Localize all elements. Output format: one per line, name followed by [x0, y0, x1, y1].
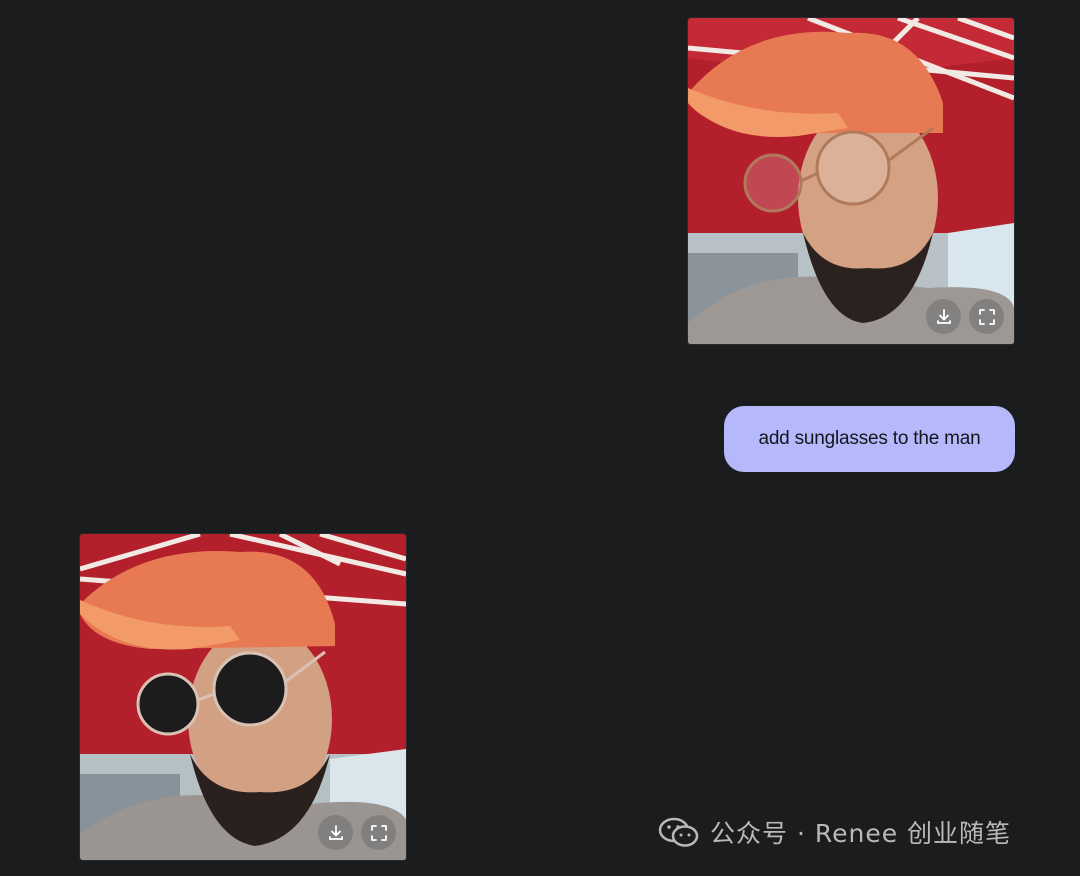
user-prompt-bubble: add sunglasses to the man [724, 406, 1015, 472]
watermark-text: 公众号 · Renee 创业随笔 [710, 819, 1012, 848]
watermark: 公众号 · Renee 创业随笔 [658, 812, 1011, 852]
download-button[interactable] [318, 815, 353, 850]
sent-image-card[interactable] [688, 18, 1014, 344]
fullscreen-icon [978, 308, 995, 325]
sent-photo [688, 18, 1014, 344]
reply-photo [80, 534, 406, 860]
fullscreen-icon [370, 824, 387, 841]
download-icon [328, 824, 343, 840]
reply-image-card[interactable] [80, 534, 406, 860]
user-prompt-text: add sunglasses to the man [758, 428, 981, 449]
download-icon [936, 308, 951, 324]
fullscreen-button[interactable] [361, 815, 396, 850]
download-button[interactable] [926, 299, 961, 334]
fullscreen-button[interactable] [969, 299, 1004, 334]
wechat-icon [658, 817, 699, 847]
